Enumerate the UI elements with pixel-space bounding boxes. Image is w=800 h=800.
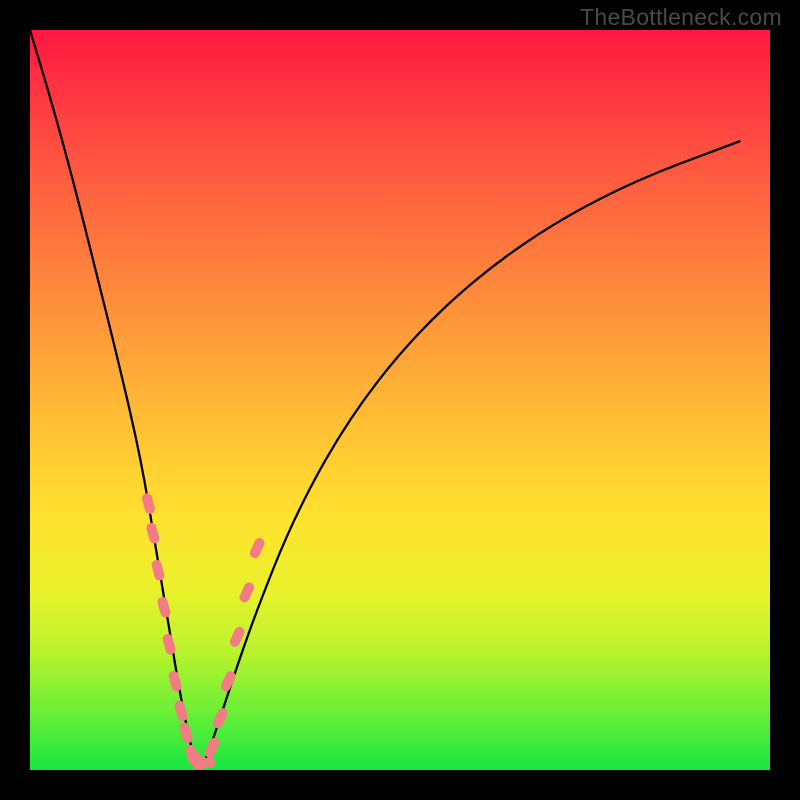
marker-dot xyxy=(235,632,240,642)
marker-dot xyxy=(185,728,188,739)
marker-dot xyxy=(174,676,177,687)
curve-svg xyxy=(30,30,770,770)
bottleneck-curve-path xyxy=(30,30,740,766)
marker-dot xyxy=(163,602,166,613)
marker-dot xyxy=(210,743,215,753)
marker-dot xyxy=(157,565,160,576)
marker-group xyxy=(147,498,260,768)
marker-dot xyxy=(245,587,250,597)
marker-dot xyxy=(226,676,231,686)
outer-frame: TheBottleneck.com xyxy=(0,0,800,800)
marker-dot xyxy=(218,713,223,723)
marker-dot xyxy=(255,543,260,553)
plot-area xyxy=(30,30,770,770)
marker-dot xyxy=(151,528,154,539)
marker-dot xyxy=(147,498,150,509)
marker-dot xyxy=(180,706,183,717)
marker-dot xyxy=(168,639,171,650)
watermark-text: TheBottleneck.com xyxy=(580,4,782,31)
